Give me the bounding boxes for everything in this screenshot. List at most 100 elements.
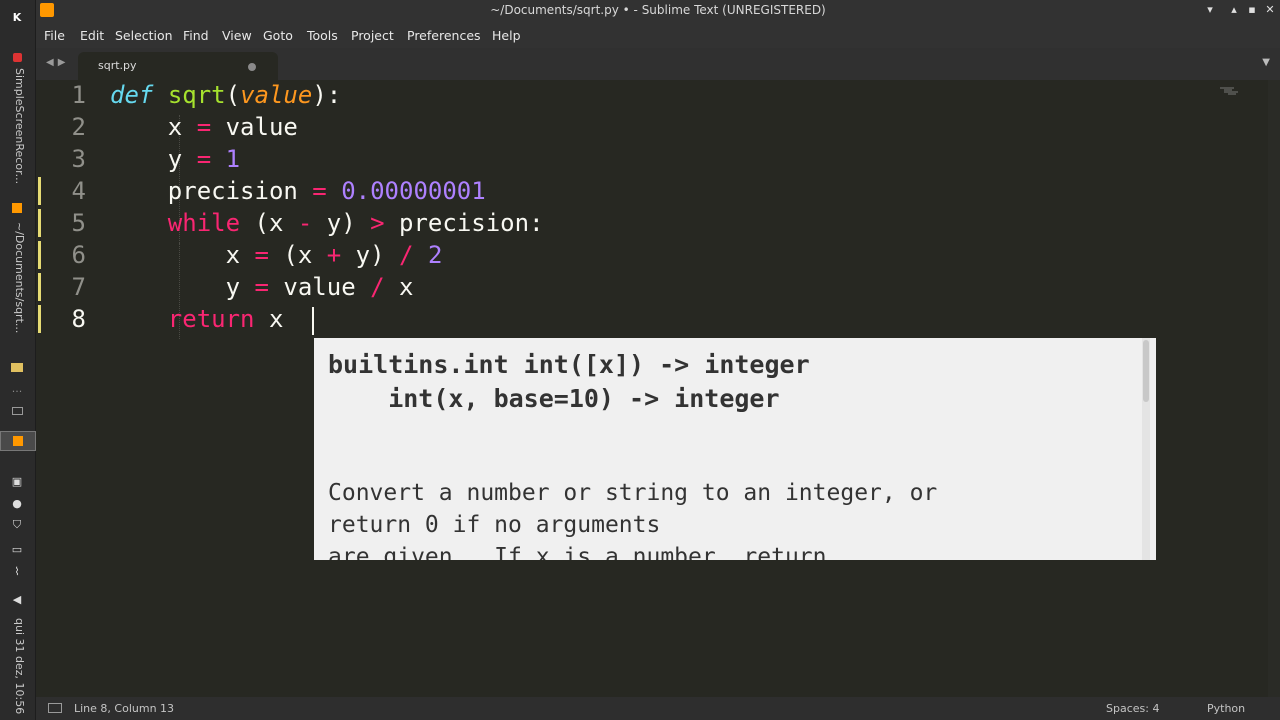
menu-goto[interactable]: Goto	[263, 28, 293, 43]
camera-icon[interactable]: ▣	[8, 472, 26, 490]
operator: >	[370, 209, 385, 237]
active-task-highlight[interactable]	[0, 431, 36, 451]
operator: /	[370, 273, 385, 301]
restore-icon[interactable]: ▪	[1244, 2, 1260, 18]
number: 1	[225, 145, 241, 173]
close-icon[interactable]: ✕	[1262, 2, 1278, 18]
line-gutter: 1 2 3 4 5 6 7 8	[36, 80, 106, 697]
popup-signature-1: builtins.int int([x]) -> integer	[328, 350, 810, 379]
syntax-selector[interactable]: Python	[1207, 702, 1245, 715]
expression: x	[268, 305, 284, 333]
number: 0.00000001	[341, 177, 486, 205]
menu-help[interactable]: Help	[492, 28, 521, 43]
variable: x	[225, 241, 241, 269]
menu-file[interactable]: File	[44, 28, 65, 43]
operator: -	[297, 209, 313, 237]
shield-icon[interactable]: ⛉	[8, 516, 26, 534]
line-number: 7	[71, 273, 86, 301]
cursor-position: Line 8, Column 13	[74, 702, 175, 715]
circle-icon[interactable]: ●	[8, 494, 26, 512]
popup-doc-line-3: are given. If x is a number, return	[328, 544, 827, 560]
popup-signature-2: int(x, base=10) -> integer	[328, 384, 780, 413]
line-number: 2	[71, 113, 86, 141]
tab-nav-arrows[interactable]: ◀▶	[46, 57, 69, 68]
window-icon[interactable]	[8, 402, 26, 420]
forward-arrow-icon[interactable]: ▶	[58, 57, 70, 68]
keyword-while: while	[167, 209, 241, 237]
title-bar: ~/Documents/sqrt.py • - Sublime Text (UN…	[36, 0, 1280, 22]
popup-scroll-thumb[interactable]	[1143, 340, 1149, 402]
menu-preferences[interactable]: Preferences	[407, 28, 481, 43]
code-line-4[interactable]: precision = 0.00000001	[110, 177, 486, 205]
parameter: value	[240, 81, 313, 109]
menu-project[interactable]: Project	[351, 28, 394, 43]
menu-selection[interactable]: Selection	[115, 28, 173, 43]
dots-icon: ···	[11, 384, 23, 398]
tab-modified-dot[interactable]	[248, 63, 256, 71]
code-line-8[interactable]: return x	[110, 305, 284, 333]
code-editor[interactable]: 1 2 3 4 5 6 7 8 def sqrt(value): x = val…	[36, 80, 1280, 697]
operator: =	[196, 145, 212, 173]
paren-close: ):	[312, 81, 342, 109]
sublime-icon[interactable]	[8, 199, 26, 217]
panel-toggle-icon[interactable]	[48, 703, 62, 713]
system-taskbar: K SimpleScreenRecor... ~/Documents/sqrt.…	[0, 0, 36, 720]
drive-icon[interactable]	[8, 358, 26, 376]
signature-help-popup: builtins.int int([x]) -> integer int(x, …	[314, 338, 1156, 560]
variable: y	[225, 273, 241, 301]
code-line-7[interactable]: y = value / x	[110, 273, 414, 301]
variable: precision	[167, 177, 298, 205]
variable: x	[167, 113, 183, 141]
code-line-1[interactable]: def sqrt(value):	[110, 81, 341, 109]
maximize-icon[interactable]: ▴	[1226, 2, 1242, 18]
taskbar-item-screenrecorder[interactable]: SimpleScreenRecor...	[8, 68, 26, 192]
text-cursor	[312, 307, 314, 335]
code-line-3[interactable]: y = 1	[110, 145, 240, 173]
clip-icon[interactable]: ⌇	[8, 562, 26, 580]
expression: value	[225, 113, 298, 141]
expression: y)	[326, 209, 356, 237]
code-line-5[interactable]: while (x - y) > precision:	[110, 209, 544, 237]
popup-doc-line-1: Convert a number or string to an integer…	[328, 480, 938, 506]
minimize-icon[interactable]: ▾	[1202, 2, 1218, 18]
menu-edit[interactable]: Edit	[80, 28, 104, 43]
number: 2	[427, 241, 443, 269]
code-line-2[interactable]: x = value	[110, 113, 298, 141]
window-title: ~/Documents/sqrt.py • - Sublime Text (UN…	[490, 3, 826, 17]
tab-label: sqrt.py	[98, 59, 137, 72]
minimap[interactable]	[1220, 86, 1242, 96]
keyword-def: def	[110, 81, 154, 109]
expression: (x	[254, 209, 284, 237]
menu-view[interactable]: View	[222, 28, 252, 43]
k-menu-icon[interactable]: K	[8, 8, 26, 26]
variable: y	[167, 145, 183, 173]
menu-tools[interactable]: Tools	[307, 28, 338, 43]
line-number: 5	[71, 209, 86, 237]
line-number: 3	[71, 145, 86, 173]
taskbar-clock[interactable]: qui 31 dez, 10:56	[8, 618, 26, 718]
record-icon[interactable]	[8, 48, 26, 66]
volume-icon[interactable]: ◀	[8, 590, 26, 608]
code-line-6[interactable]: x = (x + y) / 2	[110, 241, 443, 269]
keyword-return: return	[167, 305, 255, 333]
menu-bar: File Edit Selection Find View Goto Tools…	[36, 22, 1280, 48]
indentation-setting[interactable]: Spaces: 4	[1106, 702, 1159, 715]
operator: +	[326, 241, 342, 269]
expression: precision:	[399, 209, 544, 237]
dropdown-icon[interactable]: ▼	[1262, 57, 1270, 68]
sublime-task-icon	[13, 436, 23, 446]
line-number: 1	[71, 81, 86, 109]
menu-find[interactable]: Find	[183, 28, 209, 43]
taskbar-item-editor[interactable]: ~/Documents/sqrt...	[8, 222, 26, 344]
editor-scrollbar[interactable]	[1268, 80, 1280, 697]
operator: =	[254, 273, 269, 301]
expression: value	[283, 273, 356, 301]
monitor-icon[interactable]: ▭	[8, 540, 26, 558]
line-number-current: 8	[71, 305, 86, 333]
tab-sqrt-py[interactable]: sqrt.py	[78, 52, 278, 80]
expression: x	[399, 273, 414, 301]
paren-open: (	[225, 81, 241, 109]
popup-scrollbar[interactable]	[1142, 338, 1150, 560]
popup-doc-line-2: return 0 if no arguments	[328, 512, 661, 538]
back-arrow-icon[interactable]: ◀	[46, 57, 58, 68]
